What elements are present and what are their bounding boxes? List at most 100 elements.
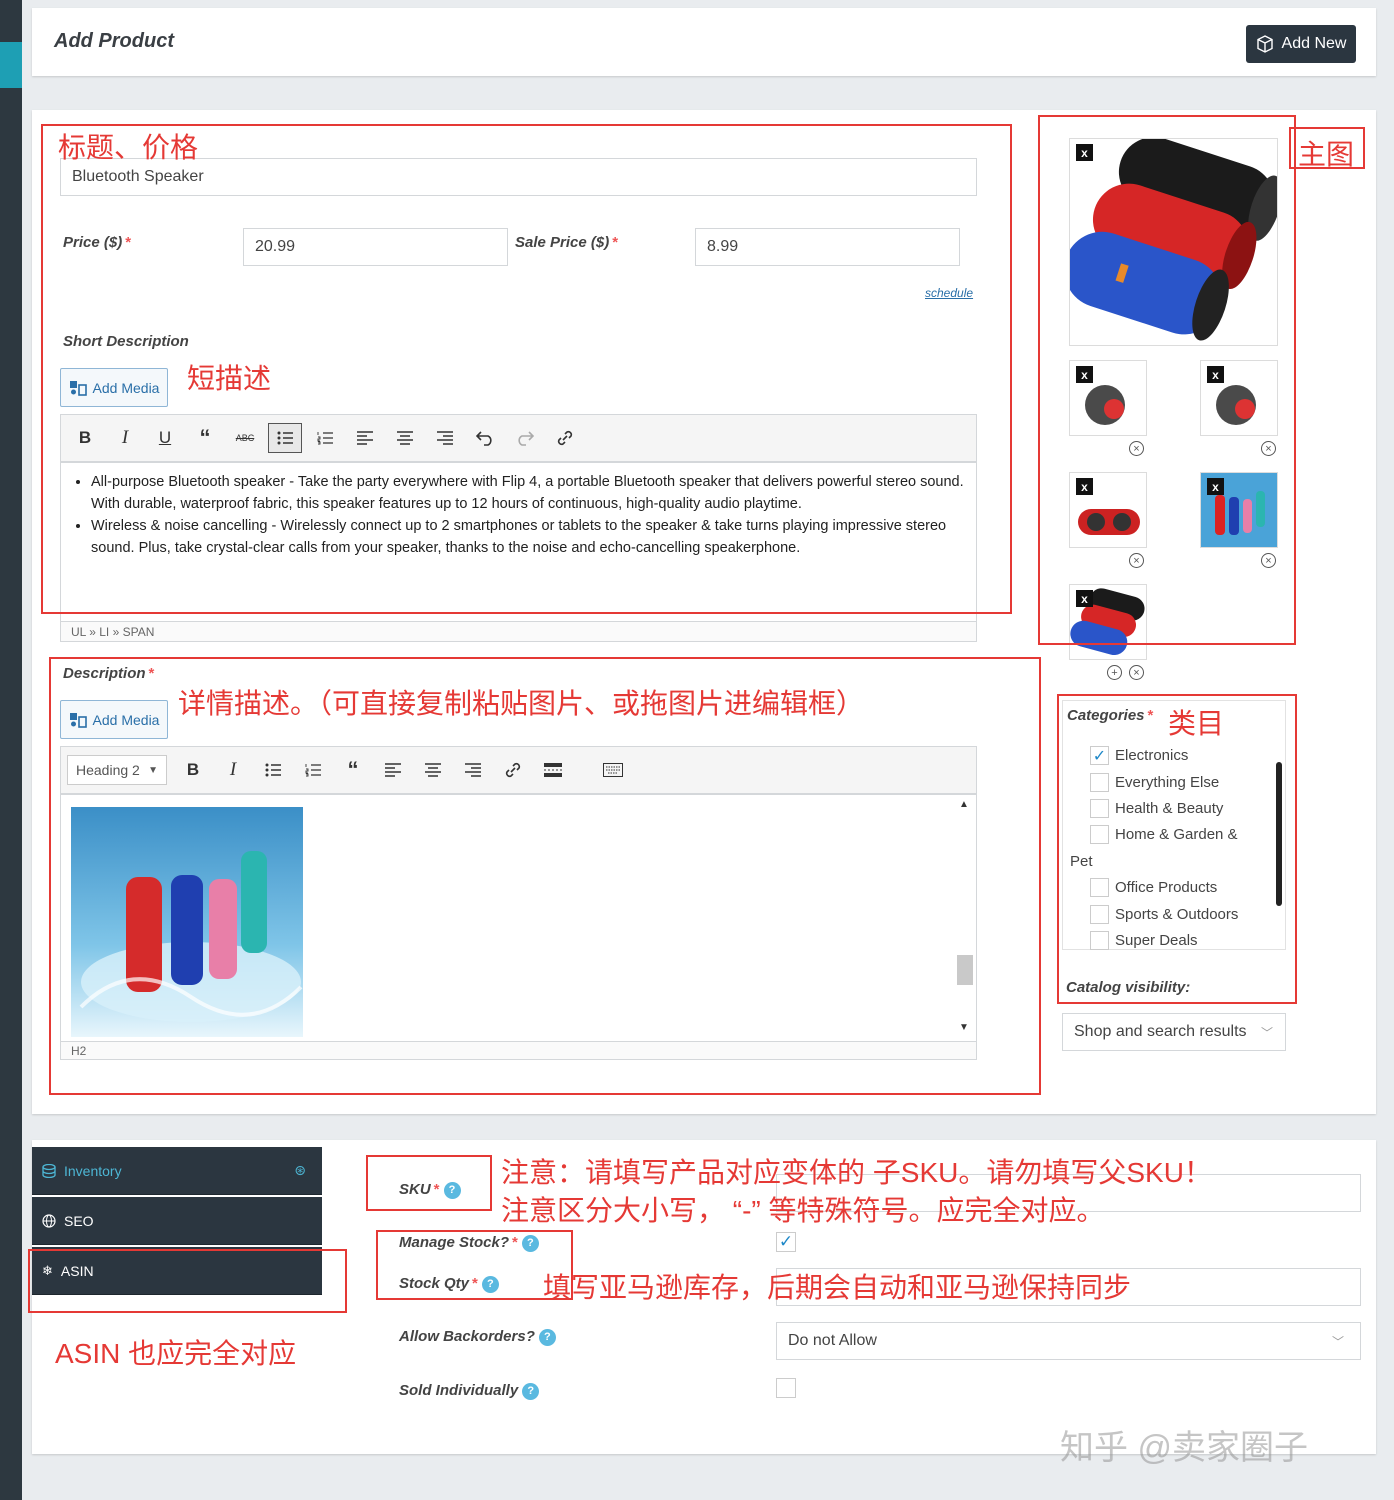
checkbox[interactable] [1090, 773, 1109, 792]
align-right-button[interactable] [453, 752, 493, 788]
link-button[interactable] [545, 420, 585, 456]
category-home-garden[interactable]: Home & Garden & [1090, 825, 1238, 844]
annotation-title-price: 标题、价格 [58, 132, 199, 163]
allow-backorders-select[interactable]: Do not Allow ﹀ [776, 1322, 1361, 1360]
keyboard-toolbar-toggle-button[interactable] [593, 752, 633, 788]
annotation-asin-note: ASIN 也应完全对应 [55, 1338, 297, 1369]
category-office-products[interactable]: Office Products [1090, 878, 1217, 897]
description-add-media-button[interactable]: Add Media [60, 700, 168, 739]
align-right-button[interactable] [425, 420, 465, 456]
categories-scrollbar[interactable] [1276, 762, 1282, 906]
underline-button[interactable]: U [145, 420, 185, 456]
help-icon[interactable]: ? [443, 1181, 461, 1199]
add-new-button[interactable]: Add New [1246, 25, 1356, 63]
blockquote-button[interactable]: “ [185, 420, 225, 456]
short-description-label: Short Description [63, 333, 189, 350]
annotation-sku-note-1: 注意：请填写产品对应变体的 子SKU。请勿填写父SKU！ [501, 1157, 1212, 1188]
align-center-button[interactable] [413, 752, 453, 788]
help-icon[interactable]: ? [521, 1234, 539, 1252]
undo-icon [476, 431, 492, 446]
stock-qty-label: Stock Qty *? [399, 1275, 499, 1293]
product-thumbnail[interactable]: x [1200, 472, 1278, 548]
bold-button[interactable]: B [65, 420, 105, 456]
redo-button[interactable] [505, 420, 545, 456]
checkbox[interactable] [1090, 799, 1109, 818]
delete-circle-icon[interactable]: × [1261, 553, 1276, 568]
tab-asin[interactable]: ❄ ASIN [32, 1247, 322, 1295]
annotation-detail-desc: 详情描述。（可直接复制粘贴图片、或拖图片进编辑框） [178, 688, 865, 719]
product-thumbnail[interactable]: x [1069, 472, 1147, 548]
remove-image-icon[interactable]: x [1076, 478, 1093, 495]
scroll-down-arrow[interactable]: ▼ [959, 1022, 969, 1033]
delete-circle-icon[interactable]: × [1261, 441, 1276, 456]
format-select[interactable]: Heading 2 ▼ [67, 755, 167, 785]
checkbox[interactable] [1090, 931, 1109, 950]
read-more-button[interactable] [533, 752, 573, 788]
help-icon[interactable]: ? [522, 1382, 540, 1400]
remove-image-icon[interactable]: x [1076, 590, 1093, 607]
product-thumbnail[interactable]: x [1069, 584, 1147, 660]
bold-button[interactable]: B [173, 752, 213, 788]
link-button[interactable] [493, 752, 533, 788]
description-scrollbar[interactable]: ▲ ▼ [956, 797, 974, 1037]
catalog-visibility-label: Catalog visibility: [1066, 979, 1191, 996]
add-new-label: Add New [1281, 35, 1347, 52]
undo-button[interactable] [465, 420, 505, 456]
numbered-list-icon [305, 764, 321, 777]
help-icon[interactable]: ? [538, 1328, 556, 1346]
scroll-up-arrow[interactable]: ▲ [959, 799, 969, 810]
category-electronics[interactable]: ✓ Electronics [1090, 746, 1188, 765]
category-health-beauty[interactable]: Health & Beauty [1090, 799, 1223, 818]
category-everything-else[interactable]: Everything Else [1090, 773, 1219, 792]
remove-image-icon[interactable]: x [1076, 366, 1093, 383]
catalog-visibility-value: Shop and search results [1074, 1023, 1247, 1040]
delete-circle-icon[interactable]: × [1129, 665, 1144, 680]
bullet-list-button[interactable] [253, 752, 293, 788]
checkbox[interactable] [1090, 905, 1109, 924]
short-desc-add-media-button[interactable]: Add Media [60, 368, 168, 407]
align-center-button[interactable] [385, 420, 425, 456]
main-product-image[interactable]: x [1069, 138, 1278, 346]
numbered-list-button[interactable] [293, 752, 333, 788]
scroll-thumb[interactable] [957, 955, 973, 985]
catalog-visibility-select[interactable]: Shop and search results ﹀ [1062, 1013, 1286, 1051]
product-thumbnail[interactable]: x [1200, 360, 1278, 436]
checkbox[interactable] [1090, 825, 1109, 844]
box-icon [1256, 35, 1273, 53]
strikethrough-button[interactable]: ABC [225, 420, 265, 456]
remove-image-icon[interactable]: x [1207, 366, 1224, 383]
align-left-button[interactable] [373, 752, 413, 788]
checkbox[interactable] [1090, 878, 1109, 897]
sold-individually-checkbox[interactable] [776, 1378, 796, 1398]
italic-button[interactable]: I [105, 420, 145, 456]
numbered-list-button[interactable] [305, 420, 345, 456]
blockquote-button[interactable]: “ [333, 752, 373, 788]
tab-inventory[interactable]: Inventory ⊛ [32, 1147, 322, 1195]
allow-backorders-value: Do not Allow [788, 1332, 877, 1349]
help-icon[interactable]: ? [481, 1275, 499, 1293]
product-thumbnail[interactable]: x [1069, 360, 1147, 436]
bullet-list-button[interactable] [268, 423, 302, 453]
schedule-link[interactable]: schedule [925, 286, 973, 300]
tab-label: ASIN [60, 1262, 94, 1279]
align-left-button[interactable] [345, 420, 385, 456]
tab-seo[interactable]: SEO [32, 1197, 322, 1245]
delete-circle-icon[interactable]: × [1129, 553, 1144, 568]
add-image-icon[interactable]: + [1107, 665, 1122, 680]
checkbox-checked[interactable]: ✓ [1090, 746, 1109, 765]
category-sports-outdoors[interactable]: Sports & Outdoors [1090, 905, 1238, 924]
short-desc-editor[interactable]: All-purpose Bluetooth speaker - Take the… [60, 462, 977, 622]
manage-stock-checkbox[interactable]: ✓ [776, 1232, 796, 1252]
annotation-sku-note-2: 注意区分大小写， “-” 等特殊符号。应完全对应。 [501, 1195, 1105, 1226]
globe-icon [42, 1213, 56, 1228]
delete-circle-icon[interactable]: × [1129, 441, 1144, 456]
short-desc-bullet: Wireless & noise cancelling - Wirelessly… [91, 515, 964, 559]
category-super-deals[interactable]: Super Deals [1090, 931, 1198, 950]
remove-image-icon[interactable]: x [1076, 144, 1093, 161]
italic-button[interactable]: I [213, 752, 253, 788]
description-editor[interactable]: ▲ ▼ [60, 794, 977, 1042]
sale-price-input[interactable]: 8.99 [695, 228, 960, 266]
price-input[interactable]: 20.99 [243, 228, 508, 266]
annotation-short-desc: 短描述 [187, 363, 272, 394]
remove-image-icon[interactable]: x [1207, 478, 1224, 495]
